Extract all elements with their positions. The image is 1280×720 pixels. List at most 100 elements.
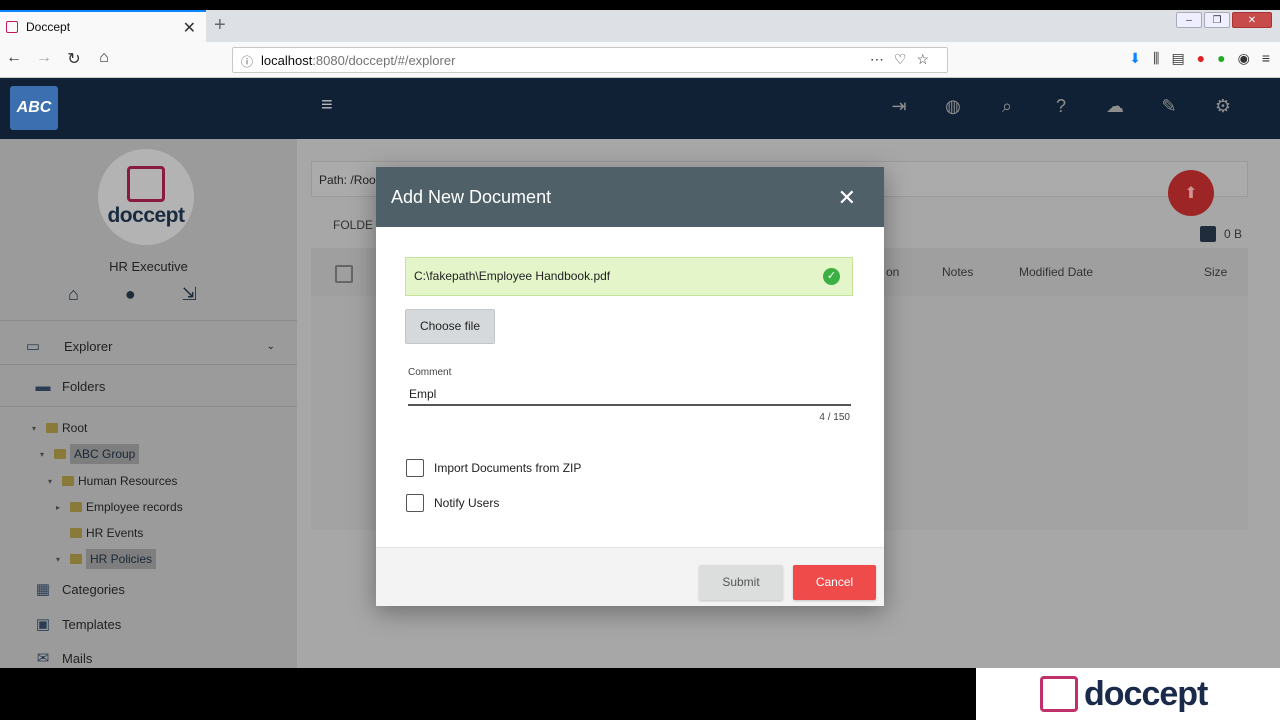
tree-label: ABC Group: [70, 444, 140, 464]
url-bar[interactable]: ⓘ localhost :8080/doccept/#/explorer ⋯♡☆: [232, 47, 948, 73]
tree-label: HR Events: [86, 526, 144, 540]
sidebar-item-templates[interactable]: ▣ Templates: [0, 614, 297, 634]
sidebar-icon[interactable]: ▤: [1171, 50, 1184, 67]
menu-icon[interactable]: ≡: [1262, 50, 1270, 67]
import-icon[interactable]: ⇥: [886, 96, 912, 117]
workflow-icon[interactable]: ✎: [1156, 96, 1182, 117]
chevron-down-icon[interactable]: ⌄: [267, 341, 275, 352]
folder-icon: [70, 554, 82, 564]
cancel-button[interactable]: Cancel: [793, 565, 876, 600]
extension-icon[interactable]: ●: [1197, 50, 1205, 67]
sidebar-item-label: Folders: [62, 378, 106, 394]
caret-down-icon[interactable]: ▾: [56, 555, 66, 564]
char-counter: 4 / 150: [819, 412, 850, 423]
tree-node-abc-group[interactable]: ▾ ABC Group: [40, 444, 140, 464]
sidebar-item-label: Templates: [62, 616, 122, 632]
notify-users-label: Notify Users: [434, 496, 500, 510]
browser-tab[interactable]: Doccept ✕: [0, 10, 206, 42]
url-path: :8080/doccept/#/explorer: [312, 52, 456, 68]
tab-title: Doccept: [26, 20, 71, 34]
company-logo[interactable]: ABC: [10, 86, 58, 130]
library-icon[interactable]: ⫼: [1153, 50, 1159, 67]
upload-fab-button[interactable]: ⬆: [1168, 170, 1214, 216]
caret-down-icon[interactable]: ▾: [48, 477, 58, 486]
column-header-modified[interactable]: Modified Date: [1019, 265, 1093, 279]
dialog-title: Add New Document: [391, 187, 552, 207]
tab-folders[interactable]: FOLDE: [333, 218, 373, 232]
image-icon: ▣: [35, 616, 51, 633]
minimize-icon[interactable]: –: [1176, 12, 1202, 28]
site-info-icon[interactable]: ⓘ: [241, 53, 253, 70]
comment-input[interactable]: [408, 383, 851, 406]
grammarly-icon[interactable]: ●: [1217, 50, 1225, 67]
folder-icon: [70, 502, 82, 512]
tree-label: Human Resources: [78, 474, 178, 488]
doccept-logo-icon: [1040, 676, 1078, 712]
avatar: doccept: [98, 149, 194, 245]
new-tab-icon[interactable]: +: [214, 14, 226, 37]
downloads-icon[interactable]: ⬇: [1129, 50, 1141, 67]
maximize-icon[interactable]: ❐: [1204, 12, 1230, 28]
import-zip-label: Import Documents from ZIP: [434, 461, 582, 475]
url-actions-icon[interactable]: ⋯♡☆: [870, 51, 939, 68]
cloud-upload-icon[interactable]: ☁: [1102, 96, 1128, 117]
tree-node-hr-events[interactable]: HR Events: [56, 526, 143, 540]
help-icon[interactable]: ?: [1048, 96, 1074, 117]
folder-icon: [54, 449, 66, 459]
check-circle-icon: ✓: [823, 268, 840, 285]
divider: [0, 364, 297, 365]
tree-label: Root: [62, 421, 88, 435]
sidebar-item-categories[interactable]: ▦ Categories: [0, 579, 297, 599]
caret-down-icon[interactable]: ▾: [40, 450, 50, 459]
tree-node-hr-policies[interactable]: ▾ HR Policies: [56, 549, 157, 569]
home-icon[interactable]: ⌂: [94, 49, 114, 67]
close-icon[interactable]: ✕: [838, 185, 856, 211]
globe-icon[interactable]: ◍: [940, 96, 966, 117]
import-zip-option[interactable]: Import Documents from ZIP: [406, 459, 581, 477]
sidebar-quick-icons: ⌂ ● ⇲: [68, 284, 197, 305]
column-header-notes[interactable]: Notes: [942, 265, 973, 279]
url-host: localhost: [261, 52, 313, 68]
top-nav-icons: ⇥ ◍ ⌕ ? ☁ ✎ ⚙: [886, 96, 1236, 117]
tree-label: HR Policies: [86, 549, 157, 569]
dialog-footer: Submit Cancel: [376, 547, 884, 606]
sidebar-item-explorer[interactable]: ▭ Explorer ⌄: [0, 331, 297, 361]
home-icon[interactable]: ⌂: [68, 284, 79, 305]
back-icon[interactable]: ←: [4, 49, 24, 67]
save-disk-icon[interactable]: [1200, 226, 1216, 242]
choose-file-button[interactable]: Choose file: [405, 309, 495, 344]
submit-button[interactable]: Submit: [699, 565, 783, 600]
storage-size: 0 B: [1200, 226, 1242, 242]
comment-label: Comment: [408, 367, 452, 378]
tree-node-employee-records[interactable]: ▸ Employee records: [56, 500, 183, 514]
doccept-logo-icon: [127, 166, 165, 202]
sidebar-item-label: Explorer: [64, 338, 113, 354]
notify-users-option[interactable]: Notify Users: [406, 494, 499, 512]
mail-icon: ✉: [36, 650, 50, 667]
toolbar-icons: ⬇ ⫼ ▤ ● ● ◉ ≡: [1129, 50, 1270, 67]
search-icon[interactable]: ⌕: [994, 96, 1020, 117]
caret-right-icon[interactable]: ▸: [56, 503, 66, 512]
tree-node-root[interactable]: ▾ Root: [32, 421, 87, 435]
column-header-version[interactable]: on: [886, 265, 899, 279]
divider: [0, 406, 297, 407]
sidebar-item-mails[interactable]: ✉ Mails: [0, 648, 297, 668]
sidebar-item-folders[interactable]: ▬ Folders: [0, 376, 297, 396]
settings-gear-icon[interactable]: ⚙: [1210, 96, 1236, 117]
close-window-icon[interactable]: ✕: [1232, 12, 1272, 28]
caret-down-icon[interactable]: ▾: [32, 424, 42, 433]
forward-icon[interactable]: →: [34, 49, 54, 67]
import-zip-checkbox[interactable]: [406, 459, 424, 477]
tree-label: Employee records: [86, 500, 183, 514]
tree-node-human-resources[interactable]: ▾ Human Resources: [48, 474, 177, 488]
column-header-size[interactable]: Size: [1204, 265, 1227, 279]
logout-icon[interactable]: ⇲: [182, 284, 197, 305]
hamburger-menu-icon[interactable]: ≡: [321, 94, 333, 117]
close-tab-icon[interactable]: ✕: [183, 18, 196, 38]
account-icon[interactable]: ◉: [1238, 50, 1250, 67]
notify-users-checkbox[interactable]: [406, 494, 424, 512]
reload-icon[interactable]: ↻: [64, 49, 84, 69]
sidebar-item-label: Mails: [62, 650, 93, 666]
select-all-checkbox[interactable]: [335, 265, 353, 283]
user-icon[interactable]: ●: [125, 284, 136, 305]
